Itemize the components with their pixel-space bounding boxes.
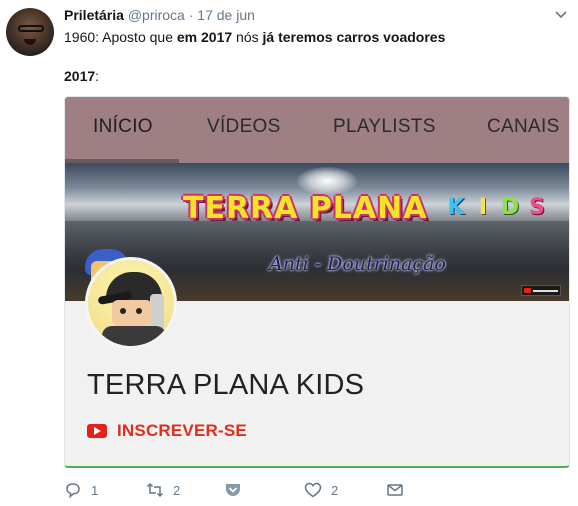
tweet-text-bold: já teremos carros voadores — [262, 29, 446, 45]
tab-canais[interactable]: CANAIS — [487, 116, 560, 138]
tab-videos[interactable]: VÍDEOS — [207, 116, 281, 138]
kids-letter: I — [478, 195, 488, 220]
tab-inicio[interactable]: INÍCIO — [93, 116, 153, 138]
banner-subscribe-badge — [521, 285, 561, 296]
retweet-count: 2 — [173, 482, 181, 498]
heart-icon — [304, 482, 322, 498]
tweet-header: Priletária @priroca · 17 de jun — [64, 7, 255, 23]
envelope-icon — [387, 484, 403, 496]
chevron-down-icon[interactable] — [554, 8, 568, 22]
subscribe-button[interactable]: INSCREVER-SE — [87, 421, 247, 441]
kids-letter: K — [447, 195, 465, 220]
tab-playlists[interactable]: PLAYLISTS — [333, 116, 436, 138]
author-name[interactable]: Priletária — [64, 7, 124, 23]
tweet-text-part: nós — [232, 29, 263, 45]
avatar-eye — [136, 308, 142, 314]
author-handle[interactable]: @priroca — [128, 7, 185, 23]
pocket-icon — [226, 484, 240, 496]
reply-count: 1 — [91, 482, 99, 498]
channel-avatar[interactable] — [85, 257, 177, 349]
retweet-icon — [146, 482, 164, 498]
year-colon: : — [95, 68, 100, 84]
banner-subtitle: Anti - Doutrinação — [269, 253, 446, 275]
direct-message-button[interactable] — [386, 481, 404, 499]
tweet-date[interactable]: 17 de jun — [197, 7, 255, 23]
reply-icon — [66, 483, 80, 499]
avatar-mouth — [24, 39, 36, 45]
like-count: 2 — [331, 482, 339, 498]
author-avatar[interactable] — [6, 8, 54, 56]
subscribe-label: INSCREVER-SE — [117, 421, 247, 440]
avatar-eye — [120, 308, 126, 314]
channel-name: TERRA PLANA KIDS — [87, 369, 365, 401]
like-button[interactable]: 2 — [304, 481, 338, 499]
youtube-play-icon — [87, 424, 107, 438]
header-separator: · — [188, 7, 194, 23]
avatar-shirt — [102, 326, 166, 346]
tweet-text-part: 1960: Aposto que — [64, 29, 177, 45]
kids-letter: D — [500, 195, 520, 220]
reply-button[interactable]: 1 — [64, 481, 98, 499]
tweet-text-bold: em 2017 — [176, 29, 233, 45]
kids-letter: S — [529, 195, 545, 220]
avatar-glasses — [18, 25, 44, 32]
pocket-button[interactable] — [224, 481, 242, 499]
banner-kids-logo: K I D S — [443, 193, 550, 223]
banner-title: TERRA PLANA — [183, 191, 428, 226]
year-label: 2017 — [64, 68, 96, 84]
channel-tabs: INÍCIO VÍDEOS PLAYLISTS CANAIS — [65, 97, 569, 163]
tweet-text: 1960: Aposto que em 2017 nós já teremos … — [64, 28, 445, 47]
tweet-actions: 1 2 2 — [64, 481, 564, 503]
media-card[interactable]: INÍCIO VÍDEOS PLAYLISTS CANAIS TERRA PLA… — [64, 96, 570, 468]
avatar-face — [112, 300, 152, 326]
retweet-button[interactable]: 2 — [146, 481, 180, 499]
tweet-year-line: 2017: — [64, 68, 99, 84]
